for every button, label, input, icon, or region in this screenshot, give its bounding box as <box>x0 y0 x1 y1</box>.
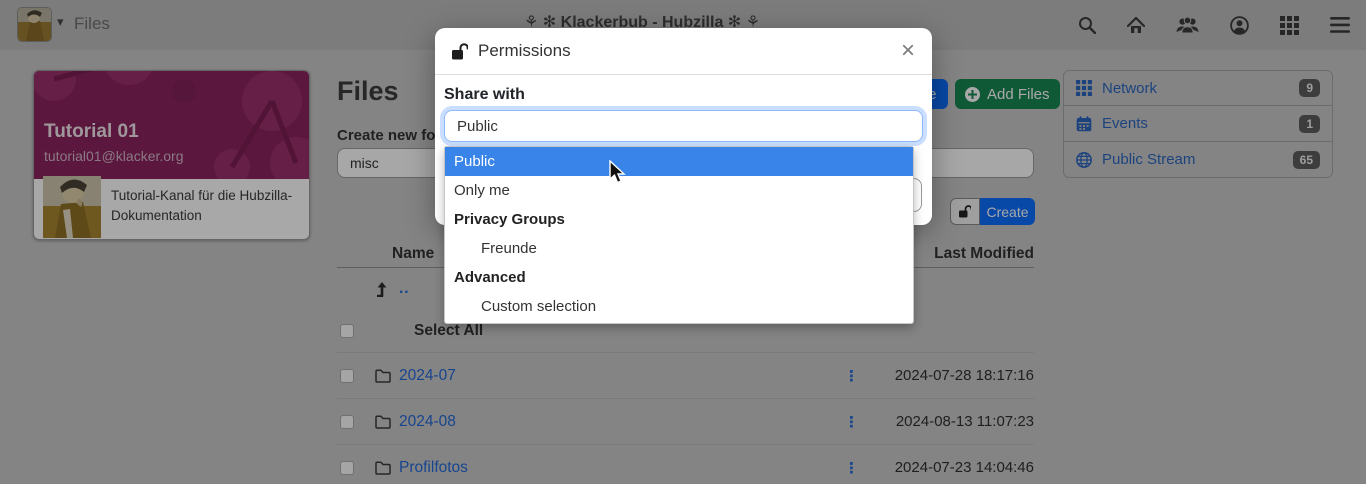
lock-open-icon <box>452 43 468 60</box>
modal-title: Permissions <box>478 41 571 61</box>
dropdown-option-public[interactable]: Public <box>445 147 913 176</box>
share-with-label: Share with <box>444 86 525 104</box>
dropdown-header-advanced: Advanced <box>445 263 913 292</box>
share-with-input[interactable] <box>444 110 923 142</box>
modal-header: Permissions × <box>435 28 932 75</box>
close-icon[interactable]: × <box>901 39 915 63</box>
dropdown-header-privacy-groups: Privacy Groups <box>445 205 913 234</box>
dropdown-option-only-me[interactable]: Only me <box>445 176 913 205</box>
mouse-cursor <box>608 160 628 191</box>
dropdown-option-freunde[interactable]: Freunde <box>445 234 913 263</box>
dropdown-option-custom-selection[interactable]: Custom selection <box>445 292 913 321</box>
share-with-dropdown: Public Only me Privacy Groups Freunde Ad… <box>444 146 914 324</box>
permissions-modal: Permissions × Share with Public Only me … <box>435 28 932 225</box>
